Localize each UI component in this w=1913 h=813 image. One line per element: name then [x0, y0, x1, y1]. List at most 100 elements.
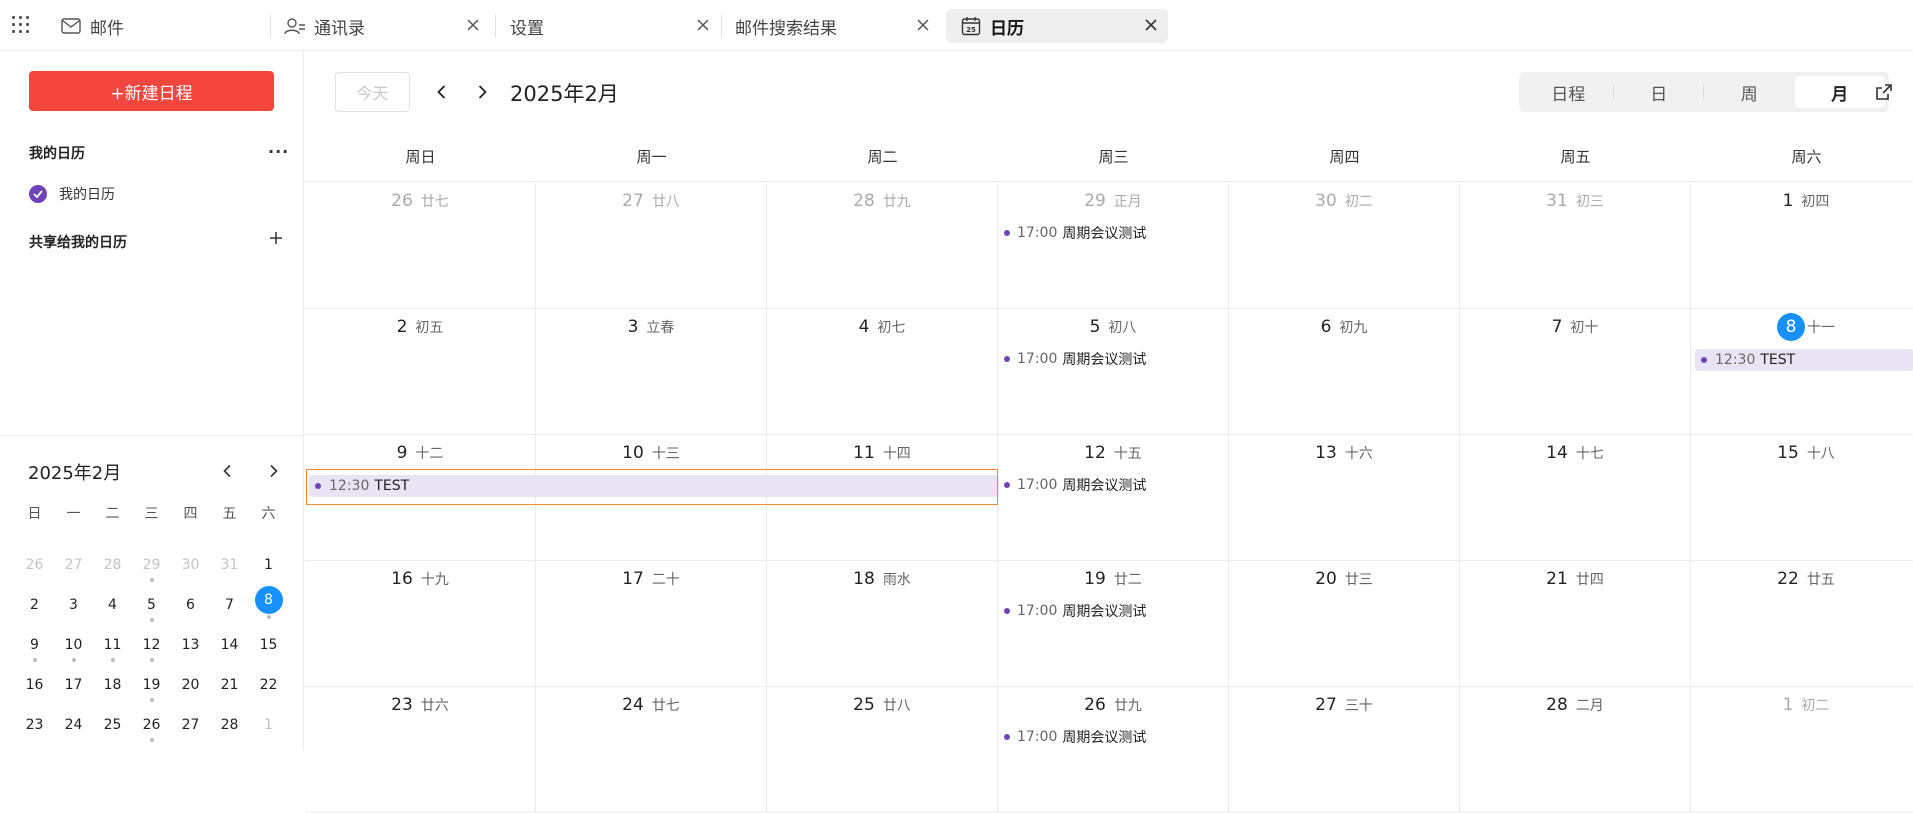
day-cell[interactable]: 14 十七 — [1460, 435, 1691, 560]
tab-calendar[interactable]: 25 日历 — [946, 9, 1168, 43]
day-cell[interactable]: 28 廿九 — [767, 183, 998, 308]
today-button[interactable]: 今天 — [335, 72, 410, 112]
day-cell[interactable]: 19 廿二 17:00 周期会议测试 — [998, 561, 1229, 686]
next-month-icon[interactable] — [474, 84, 490, 100]
mini-weekday-label: 五 — [222, 506, 237, 522]
new-event-button[interactable]: +新建日程 — [29, 71, 274, 111]
mini-day[interactable]: 17 — [54, 663, 93, 703]
mini-day[interactable]: 27 — [54, 543, 93, 583]
day-cell[interactable]: 2 初五 — [305, 309, 536, 434]
mini-day[interactable]: 26 — [15, 543, 54, 583]
close-icon[interactable] — [696, 18, 710, 32]
tab-contacts[interactable]: 通讯录 — [284, 9, 490, 43]
tab-mail[interactable]: 邮件 — [60, 9, 270, 43]
event-item[interactable]: 17:00 周期会议测试 — [1004, 601, 1146, 621]
mini-day[interactable]: 16 — [15, 663, 54, 703]
day-cell[interactable]: 29 正月 17:00 周期会议测试 — [998, 183, 1229, 308]
mini-day[interactable]: 19 — [132, 663, 171, 703]
my-calendars-heading: 我的日历 — [29, 146, 85, 162]
day-cell[interactable]: 12 十五 17:00 周期会议测试 — [998, 435, 1229, 560]
checkbox-checked-icon[interactable] — [29, 185, 47, 203]
mini-next-month-icon[interactable] — [266, 464, 280, 478]
day-header: 28 廿九 — [767, 191, 997, 211]
day-header: 8 十一 — [1691, 313, 1913, 341]
day-cell[interactable]: 1 初四 — [1691, 183, 1913, 308]
day-cell[interactable]: 6 初九 — [1229, 309, 1460, 434]
close-icon[interactable] — [466, 18, 480, 32]
event-indicator-dot — [32, 658, 37, 662]
mini-day[interactable]: 31 — [210, 543, 249, 583]
tab-settings[interactable]: 设置 — [510, 9, 720, 43]
close-icon[interactable] — [1144, 18, 1158, 32]
mini-day[interactable]: 27 — [171, 703, 210, 743]
day-cell-today[interactable]: 8 十一 — [1691, 309, 1913, 434]
add-icon[interactable] — [269, 231, 283, 245]
mini-prev-month-icon[interactable] — [221, 464, 235, 478]
mini-day[interactable]: 22 — [249, 663, 288, 703]
mini-day[interactable]: 1 — [249, 543, 288, 583]
day-cell[interactable]: 31 初三 — [1460, 183, 1691, 308]
mini-day[interactable]: 28 — [93, 543, 132, 583]
calendar-item-mine[interactable]: 我的日历 — [29, 184, 115, 204]
mini-day[interactable]: 15 — [249, 623, 288, 663]
tab-mail-search-results[interactable]: 邮件搜索结果 — [735, 9, 940, 43]
mini-day[interactable]: 11 — [93, 623, 132, 663]
mini-day[interactable]: 9 — [15, 623, 54, 663]
prev-month-icon[interactable] — [434, 84, 450, 100]
day-cell[interactable]: 22 廿五 — [1691, 561, 1913, 686]
lunar-date: 十二 — [415, 446, 444, 462]
mini-day[interactable]: 25 — [93, 703, 132, 743]
mini-day[interactable]: 2 — [15, 583, 54, 623]
mini-day[interactable]: 13 — [171, 623, 210, 663]
weekday-label: 周四 — [1329, 148, 1360, 166]
mini-day[interactable]: 7 — [210, 583, 249, 623]
day-cell[interactable]: 4 初七 — [767, 309, 998, 434]
mini-day[interactable]: 14 — [210, 623, 249, 663]
day-cell[interactable]: 7 初十 — [1460, 309, 1691, 434]
mini-day[interactable]: 1 — [249, 703, 288, 743]
mini-day[interactable]: 4 — [93, 583, 132, 623]
view-week-button[interactable]: 周 — [1704, 76, 1795, 108]
mini-day[interactable]: 6 — [171, 583, 210, 623]
mini-day[interactable]: 29 — [132, 543, 171, 583]
view-month-button[interactable]: 月 — [1794, 76, 1885, 108]
view-agenda-button[interactable]: 日程 — [1523, 76, 1614, 108]
mini-day[interactable]: 24 — [54, 703, 93, 743]
event-title: 周期会议测试 — [1062, 604, 1147, 620]
more-icon[interactable]: ··· — [268, 142, 289, 161]
mini-day[interactable]: 10 — [54, 623, 93, 663]
day-cell[interactable]: 5 初八 17:00 周期会议测试 — [998, 309, 1229, 434]
day-cell[interactable]: 16 十九 — [305, 561, 536, 686]
day-cell[interactable]: 21 廿四 — [1460, 561, 1691, 686]
event-item[interactable]: 17:00 周期会议测试 — [1004, 475, 1146, 495]
event-time: 17:00 — [1017, 477, 1058, 493]
day-cell[interactable]: 26 廿七 — [305, 183, 536, 308]
mini-day[interactable]: 5 — [132, 583, 171, 623]
mini-day[interactable]: 20 — [171, 663, 210, 703]
day-cell[interactable]: 30 初二 — [1229, 183, 1460, 308]
day-cell[interactable]: 20 廿三 — [1229, 561, 1460, 686]
mini-day[interactable]: 30 — [171, 543, 210, 583]
view-day-button[interactable]: 日 — [1614, 76, 1705, 108]
mini-day[interactable]: 28 — [210, 703, 249, 743]
day-cell[interactable]: 17 二十 — [536, 561, 767, 686]
multi-day-event-bar[interactable]: 12:30 TEST — [1695, 349, 1913, 371]
day-cell[interactable]: 15 十八 — [1691, 435, 1913, 560]
mini-day-today[interactable]: 8 — [249, 583, 288, 623]
day-cell[interactable]: 18 雨水 — [767, 561, 998, 686]
mini-day[interactable]: 18 — [93, 663, 132, 703]
event-item[interactable]: 17:00 周期会议测试 — [1004, 727, 1146, 747]
apps-grid-icon[interactable] — [12, 16, 30, 34]
mini-day[interactable]: 12 — [132, 623, 171, 663]
mini-day[interactable]: 26 — [132, 703, 171, 743]
mini-day[interactable]: 21 — [210, 663, 249, 703]
event-item[interactable]: 17:00 周期会议测试 — [1004, 223, 1146, 243]
day-cell[interactable]: 13 十六 — [1229, 435, 1460, 560]
share-export-icon[interactable] — [1874, 82, 1894, 102]
mini-day[interactable]: 23 — [15, 703, 54, 743]
mini-day[interactable]: 3 — [54, 583, 93, 623]
day-cell[interactable]: 27 廿八 — [536, 183, 767, 308]
event-item[interactable]: 17:00 周期会议测试 — [1004, 349, 1146, 369]
day-cell[interactable]: 3 立春 — [536, 309, 767, 434]
close-icon[interactable] — [916, 18, 930, 32]
